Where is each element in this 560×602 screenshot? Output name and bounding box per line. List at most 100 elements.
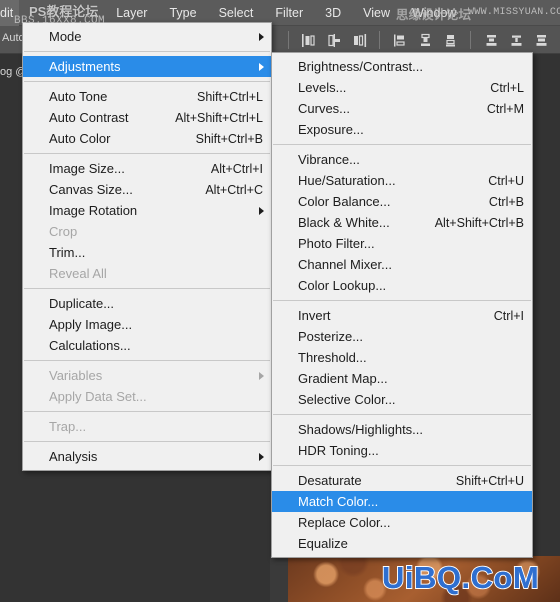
chevron-right-icon xyxy=(259,32,264,41)
align-toolbar xyxy=(282,30,552,50)
menu-item-photo-filter[interactable]: Photo Filter... xyxy=(272,233,532,254)
canvas-photo xyxy=(288,556,560,602)
menu-item-exposure[interactable]: Exposure... xyxy=(272,119,532,140)
menu-item-calculations[interactable]: Calculations... xyxy=(23,335,271,356)
toolbar-divider-3 xyxy=(470,31,471,49)
menu-item-label: HDR Toning... xyxy=(298,443,379,458)
menu-item-label: Trim... xyxy=(49,245,86,260)
menu-item-shortcut: Alt+Shift+Ctrl+L xyxy=(175,110,263,125)
menu-separator xyxy=(273,414,531,415)
menu-item-levels[interactable]: Levels... Ctrl+L xyxy=(272,77,532,98)
menu-item-desaturate[interactable]: Desaturate Shift+Ctrl+U xyxy=(272,470,532,491)
menu-item-shortcut: Ctrl+M xyxy=(486,101,524,116)
menu-item-label: Replace Color... xyxy=(298,515,391,530)
menu-item-image-rotation[interactable]: Image Rotation xyxy=(23,200,271,221)
menu-item-channel-mixer[interactable]: Channel Mixer... xyxy=(272,254,532,275)
menu-item-duplicate[interactable]: Duplicate... xyxy=(23,293,271,314)
menu-item-label: Auto Color xyxy=(49,131,111,146)
menu-item-label: Color Balance... xyxy=(298,194,391,209)
menu-item-auto-tone[interactable]: Auto Tone Shift+Ctrl+L xyxy=(23,86,271,107)
align-left-edges-icon[interactable] xyxy=(298,30,320,50)
menubar-item-edit[interactable]: dit xyxy=(0,0,20,26)
chevron-right-icon xyxy=(259,206,264,215)
menu-item-replace-color[interactable]: Replace Color... xyxy=(272,512,532,533)
menu-item-auto-contrast[interactable]: Auto Contrast Alt+Shift+Ctrl+L xyxy=(23,107,271,128)
align-vertical-centers-icon[interactable] xyxy=(414,30,436,50)
menu-item-shortcut: Ctrl+U xyxy=(488,173,524,188)
menu-item-equalize[interactable]: Equalize xyxy=(272,533,532,554)
menu-item-label: Adjustments xyxy=(49,59,121,74)
menu-item-trap: Trap... xyxy=(23,416,271,437)
menu-item-shortcut: Ctrl+B xyxy=(488,194,524,209)
menu-item-apply-data-set: Apply Data Set... xyxy=(23,386,271,407)
menu-separator xyxy=(273,300,531,301)
menu-item-shortcut: Ctrl+L xyxy=(490,80,524,95)
menu-item-label: Black & White... xyxy=(298,215,390,230)
toolbar-divider-2 xyxy=(379,31,380,49)
align-top-edges-icon[interactable] xyxy=(389,30,411,50)
menu-item-trim[interactable]: Trim... xyxy=(23,242,271,263)
image-menu-panel[interactable]: Mode Adjustments Auto Tone Shift+Ctrl+L … xyxy=(22,22,272,471)
menu-item-shortcut: Ctrl+I xyxy=(493,308,524,323)
menu-item-analysis[interactable]: Analysis xyxy=(23,446,271,467)
menubar-item-3d[interactable]: 3D xyxy=(314,0,352,26)
adjustments-submenu-panel[interactable]: Brightness/Contrast... Levels... Ctrl+L … xyxy=(271,52,533,558)
align-right-edges-icon[interactable] xyxy=(348,30,370,50)
menu-item-vibrance[interactable]: Vibrance... xyxy=(272,149,532,170)
distribute-top-edges-icon[interactable] xyxy=(480,30,502,50)
menu-item-image-size[interactable]: Image Size... Alt+Ctrl+I xyxy=(23,158,271,179)
menu-item-shortcut: Alt+Shift+Ctrl+B xyxy=(434,215,524,230)
distribute-bottom-edges-icon[interactable] xyxy=(530,30,552,50)
menu-item-label: Posterize... xyxy=(298,329,364,344)
menu-item-variables: Variables xyxy=(23,365,271,386)
menu-item-label: Brightness/Contrast... xyxy=(298,59,423,74)
menu-item-label: Auto Tone xyxy=(49,89,108,104)
menu-item-threshold[interactable]: Threshold... xyxy=(272,347,532,368)
menu-item-apply-image[interactable]: Apply Image... xyxy=(23,314,271,335)
menu-item-label: Channel Mixer... xyxy=(298,257,392,272)
menu-item-adjustments[interactable]: Adjustments xyxy=(23,56,271,77)
menu-item-black-and-white[interactable]: Black & White... Alt+Shift+Ctrl+B xyxy=(272,212,532,233)
menu-item-shortcut: Shift+Ctrl+U xyxy=(455,473,524,488)
menu-item-color-balance[interactable]: Color Balance... Ctrl+B xyxy=(272,191,532,212)
menu-item-posterize[interactable]: Posterize... xyxy=(272,326,532,347)
menu-separator xyxy=(24,360,270,361)
menu-item-label: Calculations... xyxy=(49,338,131,353)
menu-item-invert[interactable]: Invert Ctrl+I xyxy=(272,305,532,326)
menu-item-label: Variables xyxy=(49,368,103,383)
menu-separator xyxy=(273,144,531,145)
menu-item-label: Vibrance... xyxy=(298,152,360,167)
menu-separator xyxy=(24,441,270,442)
menu-item-shadows-highlights[interactable]: Shadows/Highlights... xyxy=(272,419,532,440)
menubar-item-view[interactable]: View xyxy=(352,0,401,26)
menubar-item-window[interactable]: Window xyxy=(401,0,467,26)
menu-item-selective-color[interactable]: Selective Color... xyxy=(272,389,532,410)
distribute-vertical-centers-icon[interactable] xyxy=(505,30,527,50)
menu-item-gradient-map[interactable]: Gradient Map... xyxy=(272,368,532,389)
menu-item-auto-color[interactable]: Auto Color Shift+Ctrl+B xyxy=(23,128,271,149)
menu-item-hue-saturation[interactable]: Hue/Saturation... Ctrl+U xyxy=(272,170,532,191)
menu-item-shortcut: Alt+Ctrl+C xyxy=(205,182,263,197)
canvas-left-strip xyxy=(270,556,288,602)
menu-item-mode[interactable]: Mode xyxy=(23,26,271,47)
align-horizontal-centers-icon[interactable] xyxy=(323,30,345,50)
menu-item-label: Analysis xyxy=(49,449,98,464)
menu-item-curves[interactable]: Curves... Ctrl+M xyxy=(272,98,532,119)
menu-item-label: Threshold... xyxy=(298,350,367,365)
menu-item-reveal-all: Reveal All xyxy=(23,263,271,284)
menu-item-brightness-contrast[interactable]: Brightness/Contrast... xyxy=(272,56,532,77)
menu-item-label: Auto Contrast xyxy=(49,110,129,125)
menu-item-hdr-toning[interactable]: HDR Toning... xyxy=(272,440,532,461)
align-bottom-edges-icon[interactable] xyxy=(439,30,461,50)
menu-item-label: Trap... xyxy=(49,419,87,434)
menu-item-label: Equalize xyxy=(298,536,348,551)
menu-item-color-lookup[interactable]: Color Lookup... xyxy=(272,275,532,296)
menu-item-match-color[interactable]: Match Color... xyxy=(272,491,532,512)
chevron-right-icon xyxy=(259,452,264,461)
photoshop-window: dit Layer Type Select Filter 3D View Win… xyxy=(0,0,560,602)
menu-separator xyxy=(273,465,531,466)
menu-item-label: Color Lookup... xyxy=(298,278,387,293)
menu-item-shortcut: Shift+Ctrl+B xyxy=(195,131,263,146)
menu-item-canvas-size[interactable]: Canvas Size... Alt+Ctrl+C xyxy=(23,179,271,200)
menu-item-label: Image Rotation xyxy=(49,203,138,218)
